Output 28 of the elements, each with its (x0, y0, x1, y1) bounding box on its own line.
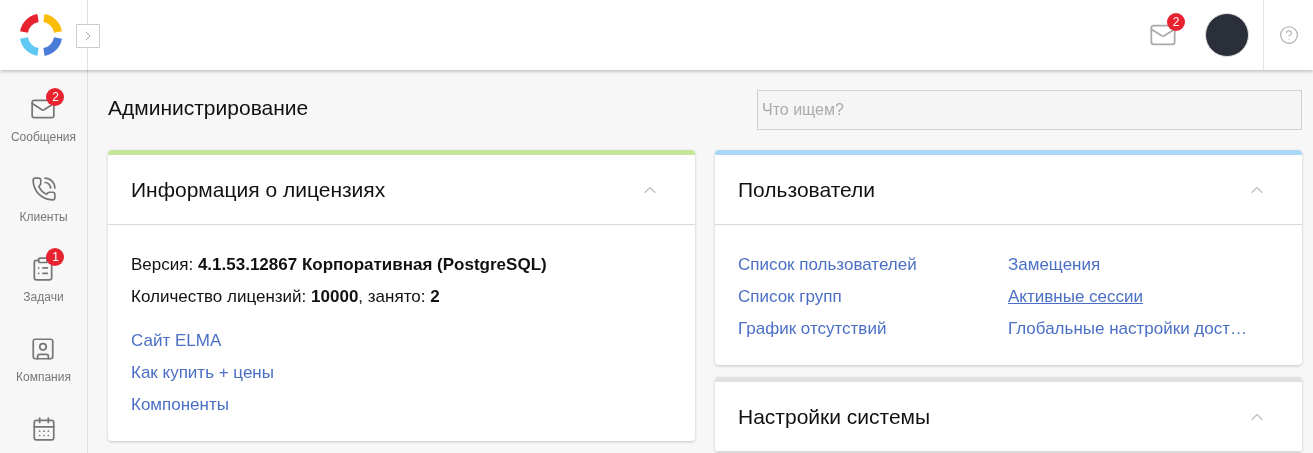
sidebar-label[interactable]: Сообщения (10, 128, 77, 146)
count-badge: 2 (46, 88, 65, 106)
info-line: Версия: 4.1.53.12867 Корпоративная (PostgreSQL) (131, 254, 548, 276)
calendar-icon[interactable] (30, 416, 57, 442)
nav-link[interactable]: Глобальные настройки дост… (1008, 313, 1248, 345)
panel-title: Информация о лицензиях (131, 176, 386, 203)
nav-link[interactable]: Список групп (738, 281, 842, 313)
panel-title: Пользователи (738, 176, 876, 203)
page-title: Администрирование (108, 95, 309, 121)
count-badge: 2 (1167, 13, 1185, 31)
avatar[interactable] (1205, 13, 1249, 57)
nav-link[interactable]: График отсутствий (738, 313, 887, 345)
count-badge: 1 (46, 248, 65, 266)
nav-link[interactable]: Сайт ELMA (131, 325, 222, 357)
info-line: Количество лицензий: 10000, занято: 2 (131, 286, 441, 308)
panel-title: Настройки системы (738, 403, 931, 430)
phone-icon[interactable] (30, 176, 57, 202)
search-field[interactable]: Что ищем? (757, 90, 1302, 130)
nav-link[interactable]: Компоненты (131, 389, 229, 421)
nav-link[interactable]: Список пользователей (738, 249, 917, 281)
nav-link[interactable]: Активные сессии (1008, 281, 1143, 313)
sidebar-label[interactable]: Компания (16, 368, 71, 386)
contact-card-icon[interactable] (30, 336, 57, 362)
nav-link[interactable]: Замещения (1008, 249, 1101, 281)
nav-link[interactable]: Как купить + цены (131, 357, 274, 389)
help-icon[interactable] (1278, 25, 1299, 45)
sidebar-label[interactable]: Клиенты (19, 208, 68, 226)
sidebar-label[interactable]: Задачи (23, 288, 64, 306)
